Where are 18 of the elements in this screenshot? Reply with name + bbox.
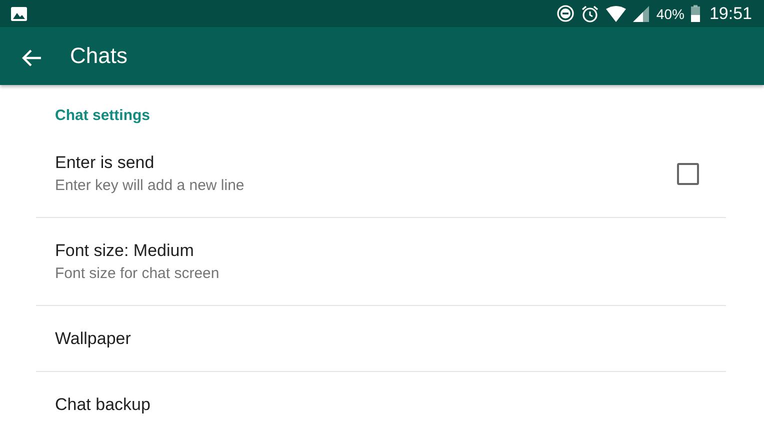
setting-title[interactable]: Font size: Medium [55, 241, 699, 261]
section-header: Chat settings [54, 106, 152, 126]
setting-title[interactable]: Chat backup [55, 394, 699, 414]
setting-title[interactable]: Wallpaper [55, 328, 699, 348]
image-icon [11, 6, 27, 20]
screen-title: Chats [70, 43, 128, 69]
do-not-disturb-icon [557, 5, 574, 22]
setting-description: Enter key will add a new line [55, 177, 246, 194]
checkbox[interactable] [677, 162, 699, 184]
wifi-icon [606, 6, 626, 22]
signal-icon [633, 6, 650, 22]
battery-icon [691, 5, 700, 22]
back-icon[interactable] [22, 49, 42, 67]
alarm-icon [581, 4, 600, 22]
setting-description: Font size for chat screen [55, 265, 220, 282]
setting-title[interactable]: Enter is send [55, 153, 677, 173]
battery-percent: 40% [656, 6, 684, 22]
clock-time: 19:51 [709, 4, 752, 24]
